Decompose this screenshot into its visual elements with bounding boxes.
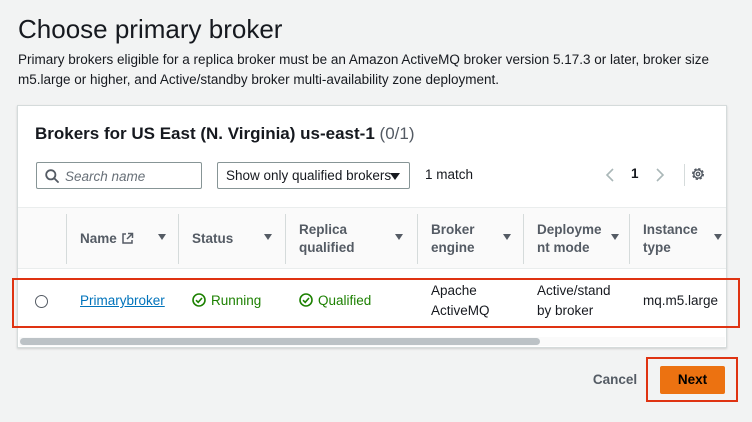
qualified-filter-select[interactable]: Show only qualified brokers	[217, 162, 410, 189]
sort-icon	[714, 234, 722, 240]
selection-count: (0/1)	[379, 124, 415, 143]
th-status-label: Status	[192, 231, 234, 246]
th-engine-label: Broker engine	[431, 222, 475, 255]
search-input[interactable]	[65, 167, 195, 185]
sort-icon	[158, 234, 166, 240]
scrollbar-thumb[interactable]	[20, 338, 540, 345]
th-status[interactable]: Status	[178, 208, 285, 270]
column-divider	[523, 214, 524, 264]
column-divider	[285, 214, 286, 264]
column-divider	[178, 214, 179, 264]
page-title: Choose primary broker	[18, 14, 283, 44]
search-box[interactable]	[36, 162, 202, 189]
caret-down-icon	[390, 173, 400, 180]
search-icon	[45, 169, 59, 183]
sort-icon	[395, 234, 403, 240]
sort-icon	[503, 234, 511, 240]
row-highlight-box	[12, 278, 740, 328]
chevron-right-icon[interactable]	[653, 167, 667, 183]
sort-icon	[264, 234, 272, 240]
gear-icon[interactable]	[690, 166, 706, 182]
current-page[interactable]: 1	[631, 166, 639, 181]
page-description: Primary brokers eligible for a replica b…	[18, 52, 710, 87]
column-divider	[629, 214, 630, 264]
panel-title: Brokers for US East (N. Virginia) us-eas…	[35, 124, 415, 144]
chevron-left-icon[interactable]	[603, 167, 617, 183]
th-deployment-label: Deployme nt mode	[537, 222, 602, 255]
cancel-button[interactable]: Cancel	[585, 367, 645, 393]
th-deployment[interactable]: Deployme nt mode	[523, 208, 629, 270]
column-divider	[417, 214, 418, 264]
pager-divider	[684, 164, 685, 186]
table-header: Name Status Replica qualified Broker eng…	[18, 207, 726, 269]
column-divider	[66, 214, 67, 264]
panel-title-text: Brokers for US East (N. Virginia) us-eas…	[35, 124, 375, 143]
th-name-label: Name	[80, 231, 117, 246]
th-replica[interactable]: Replica qualified	[285, 208, 417, 270]
th-instance[interactable]: Instance type	[629, 208, 726, 270]
next-highlight-box	[646, 357, 738, 402]
th-instance-label: Instance type	[643, 222, 698, 255]
th-select	[18, 208, 66, 270]
filter-selected-label: Show only qualified brokers	[226, 168, 392, 183]
external-link-icon	[122, 232, 134, 244]
th-engine[interactable]: Broker engine	[417, 208, 523, 270]
match-count: 1 match	[425, 167, 474, 182]
th-replica-label: Replica qualified	[299, 222, 355, 255]
sort-icon	[611, 234, 619, 240]
th-name[interactable]: Name	[66, 208, 178, 270]
